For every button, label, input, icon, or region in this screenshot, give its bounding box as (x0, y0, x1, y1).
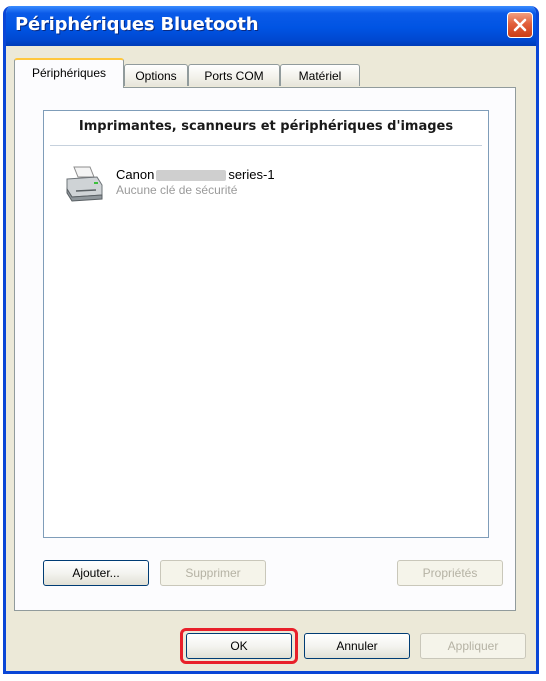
add-button-label: Ajouter... (72, 566, 120, 580)
tab-panel-peripheriques: Imprimantes, scanneurs et périphériques … (14, 87, 516, 611)
tab-ports-com[interactable]: Ports COM (188, 64, 280, 86)
redacted-model (156, 170, 227, 182)
tab-label: Options (135, 69, 177, 83)
properties-button[interactable]: Propriétés (397, 560, 503, 586)
tab-label: Matériel (298, 69, 342, 83)
device-list[interactable]: Imprimantes, scanneurs et périphériques … (43, 110, 489, 538)
group-divider (50, 145, 482, 146)
device-name-suffix: series-1 (228, 167, 275, 182)
device-status: Aucune clé de sécurité (116, 183, 238, 197)
properties-button-label: Propriétés (422, 566, 478, 580)
title-bar[interactable]: Périphériques Bluetooth (6, 6, 536, 46)
close-button[interactable] (507, 12, 533, 38)
cancel-button-label: Annuler (336, 639, 378, 653)
cancel-button[interactable]: Annuler (304, 633, 410, 659)
device-name-prefix: Canon (116, 167, 155, 182)
device-group-header: Imprimantes, scanneurs et périphériques … (78, 119, 454, 134)
printer-icon (66, 166, 103, 202)
device-name: Canon series-1 (116, 167, 275, 182)
tab-label: Ports COM (204, 69, 264, 83)
close-icon (513, 18, 527, 32)
remove-button[interactable]: Supprimer (160, 560, 266, 586)
remove-button-label: Supprimer (185, 566, 241, 580)
window-title: Périphériques Bluetooth (15, 14, 259, 35)
tab-label: Périphériques (31, 66, 107, 80)
tab-peripheriques[interactable]: Périphériques (14, 58, 124, 88)
tab-materiel[interactable]: Matériel (280, 64, 360, 86)
apply-button[interactable]: Appliquer (420, 633, 526, 659)
apply-button-label: Appliquer (447, 639, 499, 653)
ok-button-highlight (180, 628, 298, 664)
add-button[interactable]: Ajouter... (43, 560, 149, 586)
tab-options[interactable]: Options (124, 64, 188, 86)
device-item-canon[interactable]: Canon series-1 Aucune clé de sécurité (64, 163, 444, 213)
